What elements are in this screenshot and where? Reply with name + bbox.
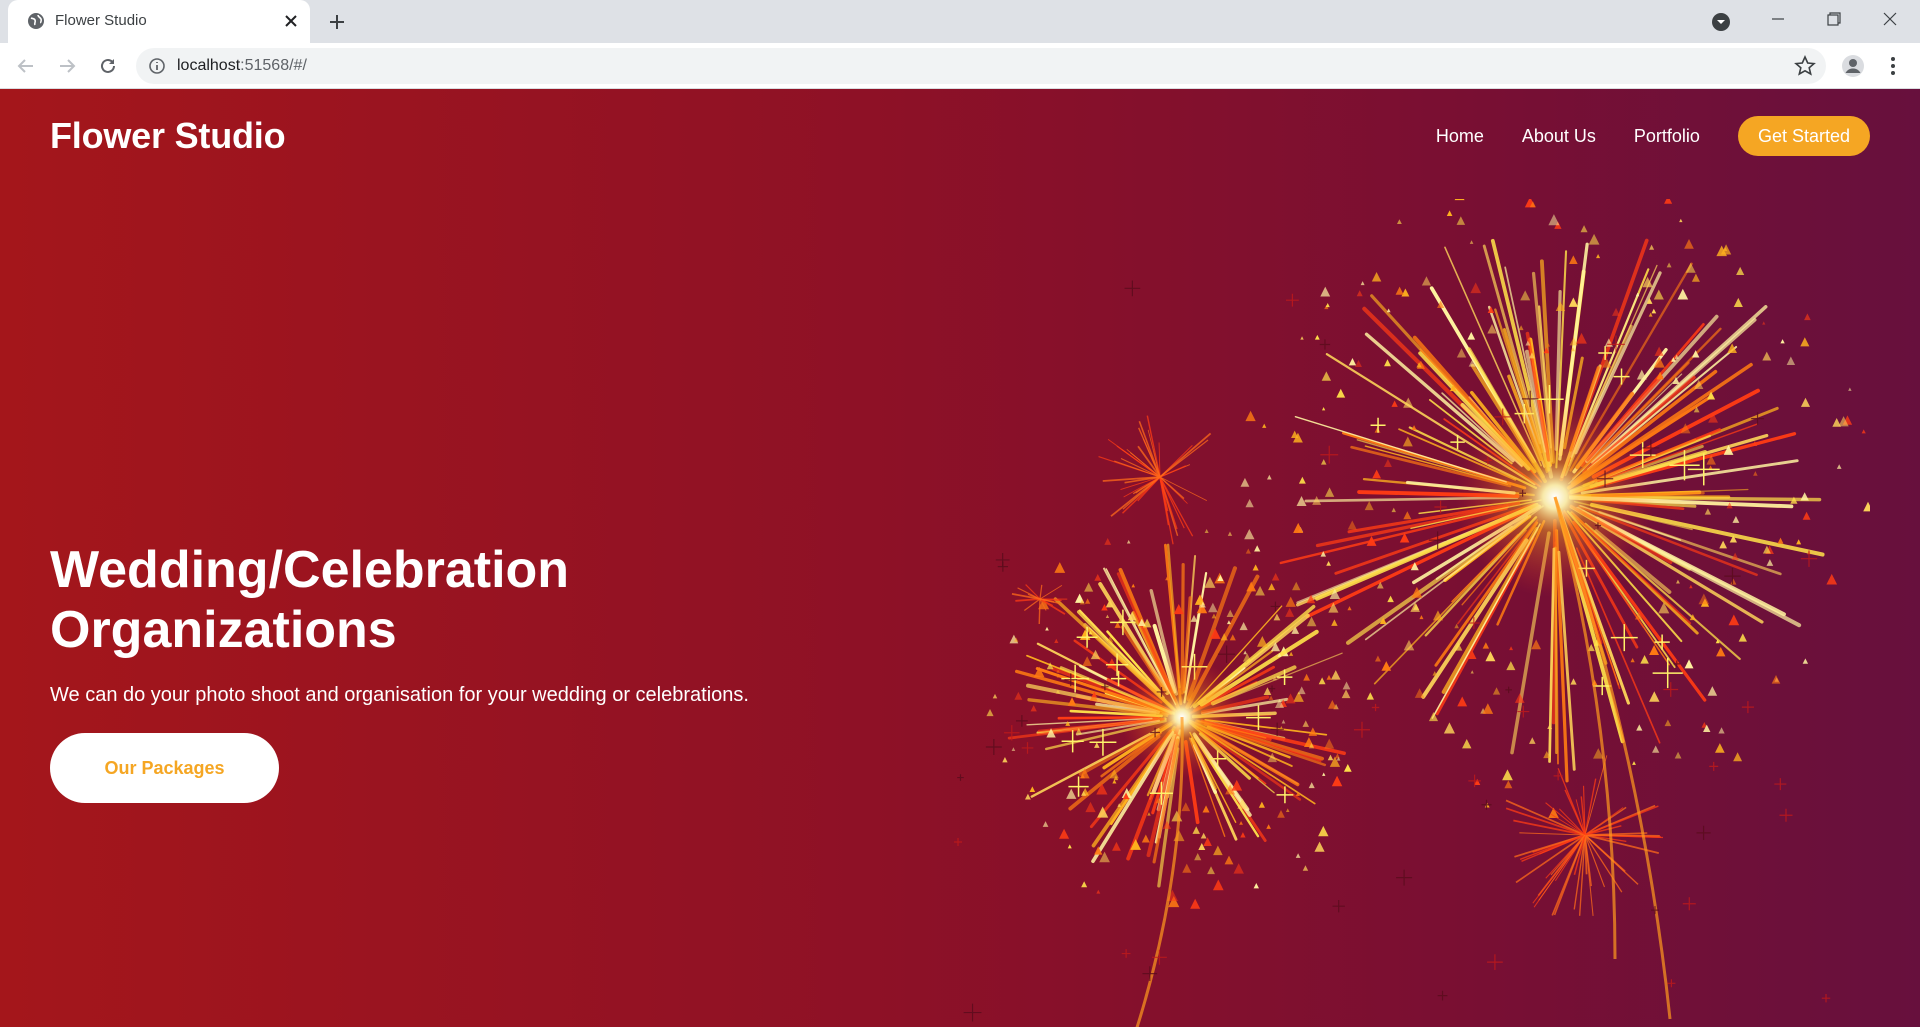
address-bar[interactable]: localhost:51568/#/ [136, 48, 1826, 84]
account-icon[interactable] [1837, 50, 1869, 82]
nav-portfolio[interactable]: Portfolio [1634, 126, 1700, 147]
get-started-button[interactable]: Get Started [1737, 116, 1870, 156]
restore-icon[interactable] [1806, 0, 1862, 38]
main-nav: Home About Us Portfolio Get Started [1398, 116, 1870, 156]
minimize-icon[interactable] [1750, 0, 1806, 38]
fireworks-illustration [954, 199, 1870, 1027]
hero-title-line-1: Wedding/Celebration [50, 541, 570, 599]
hero-title: Wedding/Celebration Organizations [50, 540, 850, 660]
hero-subtitle: We can do your photo shoot and organisat… [50, 684, 749, 706]
close-window-icon[interactable] [1862, 0, 1918, 38]
plus-icon[interactable] [322, 8, 352, 36]
tab-title: Flower Studio [55, 12, 147, 29]
reload-icon[interactable] [92, 50, 124, 82]
nav-home[interactable]: Home [1436, 126, 1484, 147]
globe-icon [26, 11, 46, 31]
arrow-right-icon[interactable] [51, 50, 83, 82]
page-viewport: Flower Studio Home About Us Portfolio Ge… [0, 89, 1920, 1027]
kebab-menu-icon[interactable] [1877, 50, 1909, 82]
browser-toolbar: localhost:51568/#/ [0, 43, 1920, 89]
url-text: localhost:51568/#/ [177, 57, 307, 74]
info-icon[interactable] [148, 57, 166, 75]
close-icon[interactable] [278, 8, 304, 34]
chevron-down-icon[interactable] [1708, 9, 1734, 35]
star-icon[interactable] [1794, 55, 1816, 77]
browser-tab[interactable]: Flower Studio [8, 0, 310, 43]
arrow-left-icon[interactable] [10, 50, 42, 82]
brand-logo[interactable]: Flower Studio [50, 115, 286, 157]
nav-about-us[interactable]: About Us [1522, 126, 1596, 147]
hero-title-line-2: Organizations [50, 601, 397, 659]
our-packages-button[interactable]: Our Packages [50, 733, 279, 803]
browser-tabstrip: Flower Studio [0, 0, 1920, 43]
